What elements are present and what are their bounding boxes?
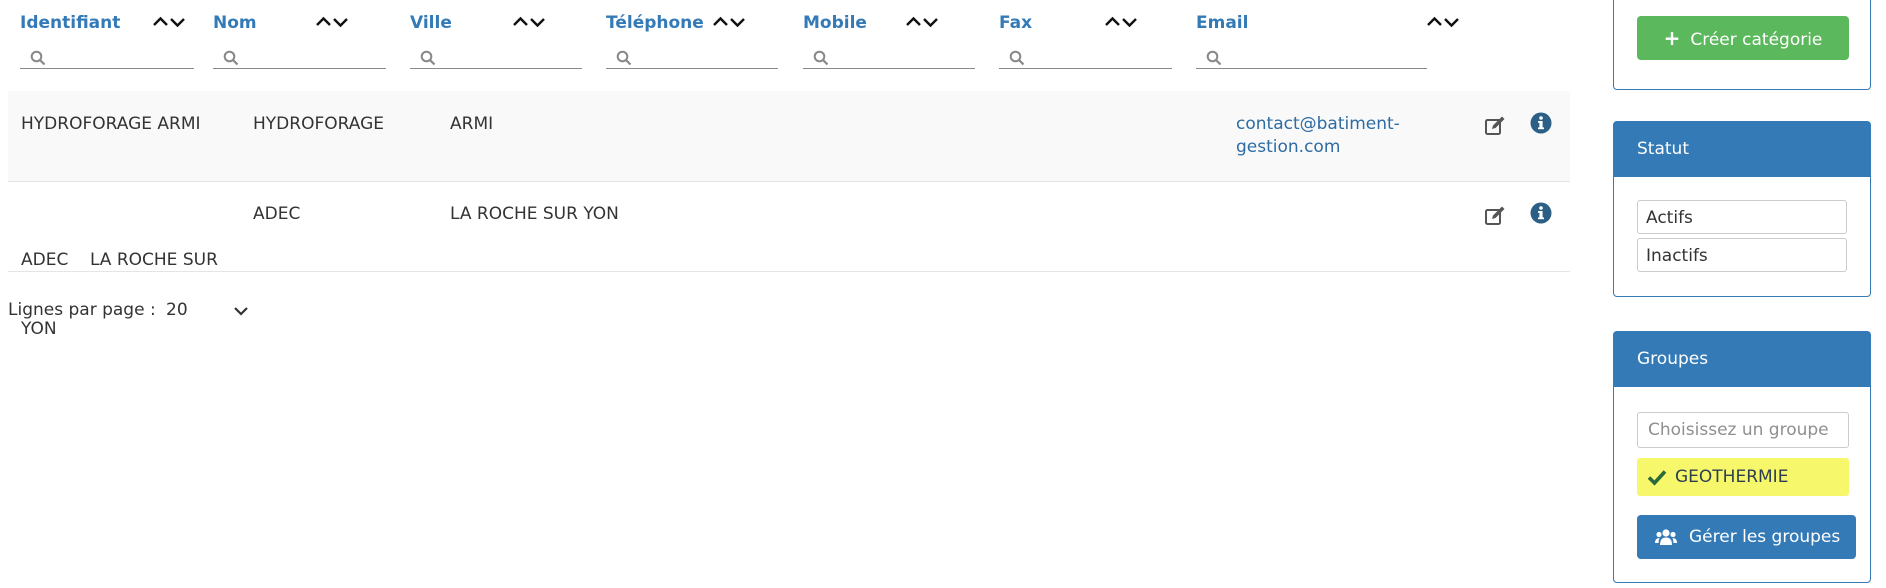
sort-controls bbox=[905, 15, 939, 29]
email-link[interactable]: contact@batiment- gestion.com bbox=[1236, 113, 1400, 159]
sort-down-icon[interactable] bbox=[1121, 15, 1138, 29]
sort-controls bbox=[152, 15, 186, 29]
sort-down-icon[interactable] bbox=[332, 15, 349, 29]
sort-up-icon[interactable] bbox=[315, 15, 332, 29]
cell-nom: HYDROFORAGE bbox=[253, 114, 384, 134]
filter-input-telephone[interactable] bbox=[638, 46, 763, 65]
create-category-label: Créer catégorie bbox=[1690, 30, 1823, 50]
statut-option-inactifs[interactable]: Inactifs bbox=[1637, 238, 1847, 272]
column-header-fax: Fax bbox=[987, 12, 1187, 72]
filter-mobile bbox=[803, 44, 975, 69]
table-row: HYDROFORAGE ARMI HYDROFORAGE ARMI contac… bbox=[8, 91, 1570, 182]
groupes-title: Groupes bbox=[1614, 332, 1870, 387]
filter-input-identifiant[interactable] bbox=[52, 46, 178, 65]
sort-down-icon[interactable] bbox=[922, 15, 939, 29]
filter-identifiant bbox=[20, 44, 194, 69]
cell-identifiant: HYDROFORAGE ARMI bbox=[21, 113, 221, 136]
cell-text: ADEC LA ROCHE SUR bbox=[21, 250, 218, 270]
sort-controls bbox=[512, 15, 546, 29]
column-title-nom[interactable]: Nom bbox=[213, 13, 257, 33]
create-category-button[interactable]: + Créer catégorie bbox=[1637, 16, 1849, 60]
email-text: gestion.com bbox=[1236, 137, 1341, 157]
cell-nom: ADEC bbox=[253, 204, 301, 224]
filter-nom bbox=[213, 44, 386, 69]
search-icon bbox=[420, 50, 436, 66]
filter-email bbox=[1196, 44, 1427, 69]
group-search-input[interactable] bbox=[1637, 412, 1849, 448]
info-icon[interactable] bbox=[1529, 201, 1553, 225]
sort-up-icon[interactable] bbox=[712, 15, 729, 29]
filter-input-mobile[interactable] bbox=[835, 46, 960, 65]
column-title-telephone[interactable]: Téléphone bbox=[606, 13, 704, 33]
column-header-email: Email bbox=[1184, 12, 1484, 72]
filter-input-fax[interactable] bbox=[1031, 46, 1157, 65]
rows-per-page-label: Lignes par page : bbox=[8, 300, 156, 320]
filter-ville bbox=[410, 44, 582, 69]
cell-ville: ARMI bbox=[450, 114, 494, 134]
edit-icon[interactable] bbox=[1484, 115, 1506, 137]
filter-input-email[interactable] bbox=[1228, 46, 1394, 65]
filter-fax bbox=[999, 44, 1172, 69]
cell-identifiant: ADEC LA ROCHE SUR YON bbox=[21, 203, 231, 387]
sort-up-icon[interactable] bbox=[512, 15, 529, 29]
sort-up-icon[interactable] bbox=[905, 15, 922, 29]
info-icon[interactable] bbox=[1529, 111, 1553, 135]
sort-up-icon[interactable] bbox=[1426, 15, 1443, 29]
create-panel: + Créer catégorie bbox=[1613, 0, 1871, 90]
column-header-ville: Ville bbox=[398, 12, 598, 72]
sort-controls bbox=[1104, 15, 1138, 29]
column-header-mobile: Mobile bbox=[791, 12, 991, 72]
column-title-fax[interactable]: Fax bbox=[999, 13, 1032, 33]
cell-ville: LA ROCHE SUR YON bbox=[450, 204, 619, 224]
plus-icon: + bbox=[1663, 26, 1681, 50]
filter-input-ville[interactable] bbox=[442, 46, 567, 65]
sort-controls bbox=[1426, 15, 1460, 29]
column-title-ville[interactable]: Ville bbox=[410, 13, 452, 33]
statut-panel: Statut Actifs Inactifs bbox=[1613, 121, 1871, 297]
rows-per-page-select[interactable]: 20 bbox=[166, 300, 188, 320]
column-header-nom: Nom bbox=[201, 12, 401, 72]
search-icon bbox=[30, 50, 46, 66]
sort-up-icon[interactable] bbox=[152, 15, 169, 29]
statut-option-actifs[interactable]: Actifs bbox=[1637, 200, 1847, 234]
manage-groups-label: Gérer les groupes bbox=[1689, 527, 1841, 547]
column-title-email[interactable]: Email bbox=[1196, 13, 1248, 33]
selected-group-label: GEOTHERMIE bbox=[1675, 467, 1789, 487]
check-icon bbox=[1647, 470, 1667, 486]
sort-down-icon[interactable] bbox=[529, 15, 546, 29]
column-header-identifiant: Identifiant bbox=[8, 12, 208, 72]
users-icon bbox=[1655, 529, 1677, 545]
sort-down-icon[interactable] bbox=[729, 15, 746, 29]
sort-controls bbox=[315, 15, 349, 29]
search-icon bbox=[1206, 50, 1222, 66]
column-header-telephone: Téléphone bbox=[594, 12, 794, 72]
edit-icon[interactable] bbox=[1484, 205, 1506, 227]
column-title-mobile[interactable]: Mobile bbox=[803, 13, 867, 33]
cell-text: YON bbox=[21, 319, 57, 339]
search-icon bbox=[616, 50, 632, 66]
cell-text: HYDROFORAGE ARMI bbox=[21, 114, 201, 134]
filter-telephone bbox=[606, 44, 778, 69]
sort-down-icon[interactable] bbox=[1443, 15, 1460, 29]
email-text: contact@batiment- bbox=[1236, 114, 1400, 134]
manage-groups-button[interactable]: Gérer les groupes bbox=[1637, 515, 1856, 559]
selected-group-tag[interactable]: GEOTHERMIE bbox=[1637, 458, 1849, 496]
statut-title: Statut bbox=[1614, 122, 1870, 177]
sort-down-icon[interactable] bbox=[169, 15, 186, 29]
filter-input-nom[interactable] bbox=[245, 46, 371, 65]
table-row: ADEC LA ROCHE SUR YON ADEC LA ROCHE SUR … bbox=[8, 181, 1570, 339]
sort-controls bbox=[712, 15, 746, 29]
search-icon bbox=[1009, 50, 1025, 66]
groupes-panel: Groupes GEOTHERMIE Gérer les groupes bbox=[1613, 331, 1871, 583]
chevron-down-icon[interactable] bbox=[232, 302, 250, 320]
search-icon bbox=[813, 50, 829, 66]
sort-up-icon[interactable] bbox=[1104, 15, 1121, 29]
column-title-identifiant[interactable]: Identifiant bbox=[20, 13, 120, 33]
search-icon bbox=[223, 50, 239, 66]
